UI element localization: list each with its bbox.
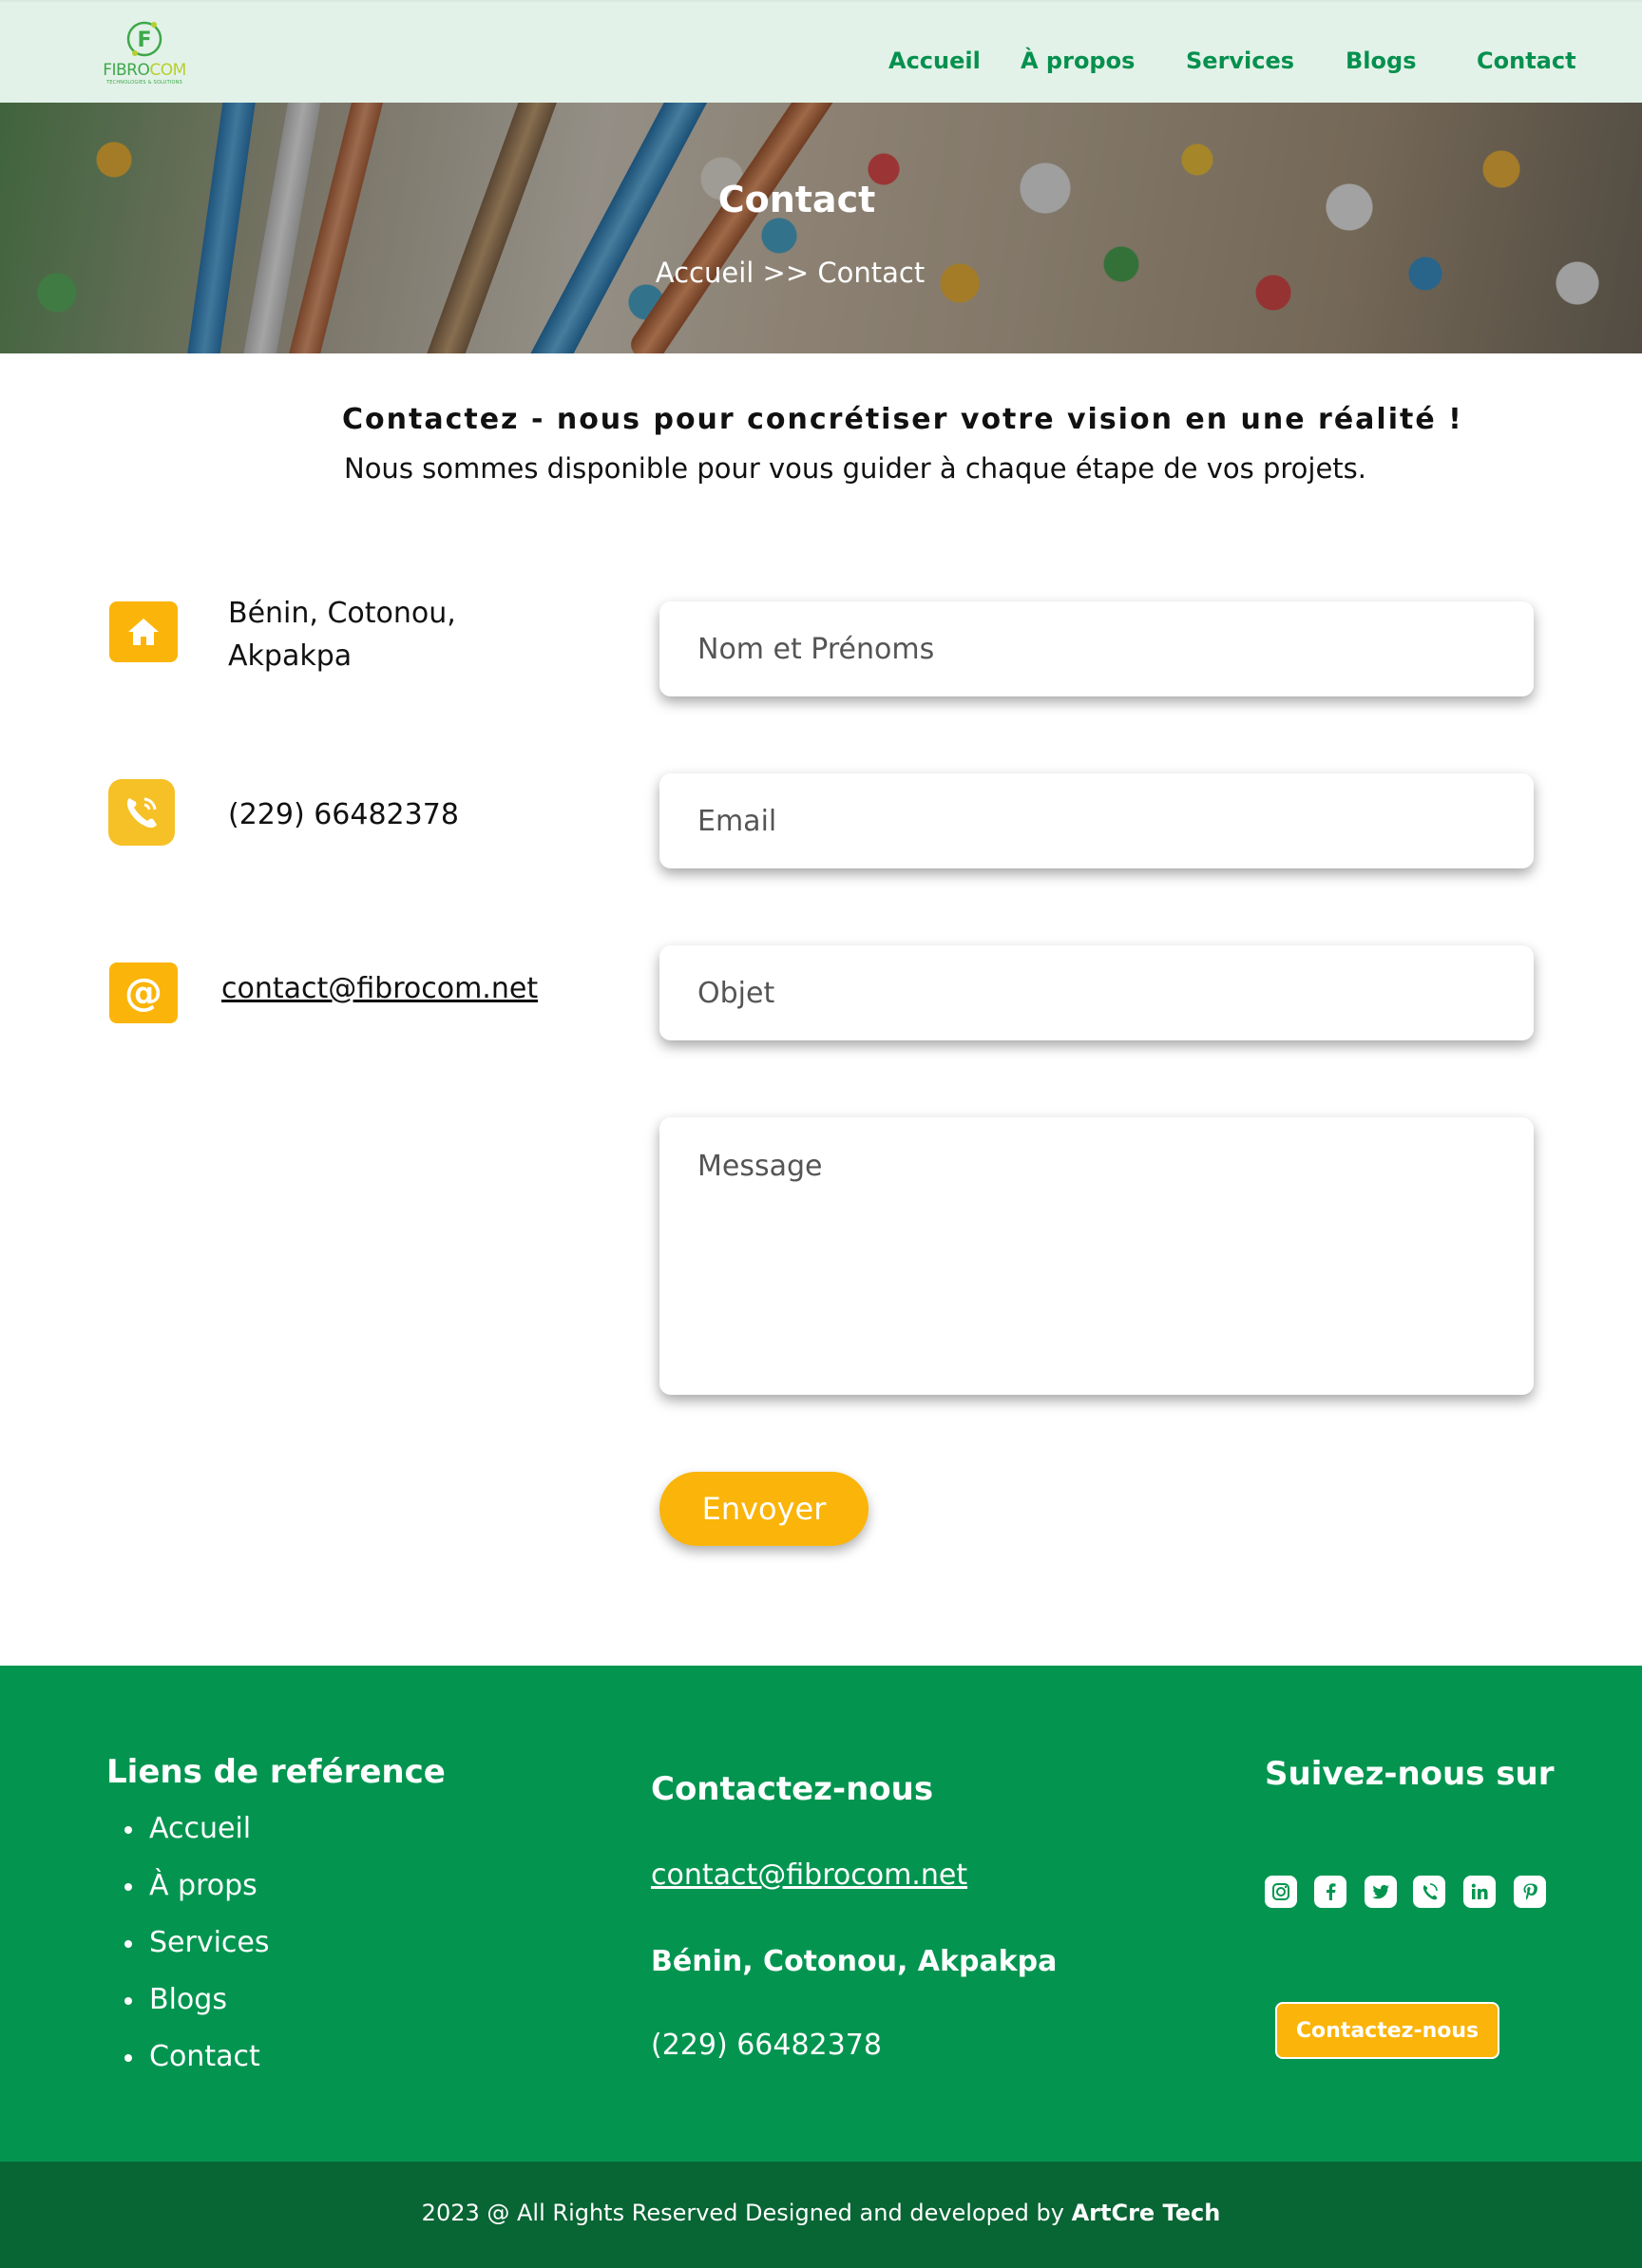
intro-subtitle: Nous sommes disponible pour vous guider …	[344, 452, 1366, 485]
hero-title: Contact	[717, 179, 876, 220]
address-icon-box	[109, 601, 178, 662]
address-line-2: Akpakpa	[228, 639, 353, 673]
name-input[interactable]	[659, 601, 1534, 696]
phone-icon-box	[108, 779, 175, 846]
linkedin-icon[interactable]	[1463, 1876, 1496, 1908]
footer-link-a-propos[interactable]: À props	[121, 1869, 270, 1926]
footer-link-blogs[interactable]: Blogs	[121, 1983, 270, 2040]
footer-email-link[interactable]: contact@fibrocom.net	[651, 1858, 967, 1892]
site-header: F FIBROCOM TECHNOLOGIES & SOLUTIONS Accu…	[0, 0, 1642, 103]
nav-services[interactable]: Services	[1186, 48, 1294, 74]
footer-link-accueil[interactable]: Accueil	[121, 1812, 270, 1869]
copyright-bar: 2023 @ All Rights Reserved Designed and …	[0, 2162, 1642, 2268]
hero-overlay	[0, 103, 1642, 353]
home-icon	[128, 619, 159, 645]
twitter-icon[interactable]	[1365, 1876, 1397, 1908]
email-icon-box: @	[109, 962, 178, 1023]
address-text: Bénin, Cotonou, Akpakpa	[228, 592, 456, 677]
nav-accueil[interactable]: Accueil	[888, 48, 981, 74]
logo-wordmark: FIBROCOM	[103, 61, 186, 80]
site-footer: Liens de reférence Accueil À props Servi…	[0, 1666, 1642, 2162]
logo-tagline: TECHNOLOGIES & SOLUTIONS	[106, 80, 182, 86]
logo-mark-icon: F	[126, 21, 162, 57]
instagram-icon[interactable]	[1265, 1876, 1297, 1908]
footer-phone: (229) 66482378	[651, 2029, 882, 2062]
nav-blogs[interactable]: Blogs	[1346, 48, 1416, 74]
intro-title: Contactez - nous pour concrétiser votre …	[342, 403, 1463, 436]
pinterest-icon[interactable]	[1514, 1876, 1546, 1908]
footer-links-list: Accueil À props Services Blogs Contact	[121, 1812, 270, 2097]
footer-link-services[interactable]: Services	[121, 1926, 270, 1983]
footer-links-title: Liens de reférence	[106, 1753, 446, 1791]
footer-contact-button[interactable]: Contactez-nous	[1275, 2002, 1499, 2059]
at-icon: @	[124, 971, 162, 1015]
phone-text: (229) 66482378	[228, 798, 459, 831]
logo-letter: F	[137, 29, 151, 52]
footer-contact-title: Contactez-nous	[651, 1770, 934, 1808]
footer-address: Bénin, Cotonou, Akpakpa	[651, 1945, 1058, 1978]
hero-banner: Contact Accueil >> Contact	[0, 103, 1642, 353]
nav-contact[interactable]: Contact	[1477, 48, 1576, 74]
fibrocom-logo[interactable]: F FIBROCOM TECHNOLOGIES & SOLUTIONS	[99, 17, 190, 89]
email-input[interactable]	[659, 773, 1534, 868]
footer-social-title: Suivez-nous sur	[1265, 1755, 1555, 1793]
subject-input[interactable]	[659, 945, 1534, 1040]
nav-a-propos[interactable]: À propos	[1021, 48, 1135, 74]
footer-link-contact[interactable]: Contact	[121, 2040, 270, 2097]
breadcrumb: Accueil >> Contact	[655, 257, 926, 289]
address-line-1: Bénin, Cotonou,	[228, 597, 456, 630]
send-button[interactable]: Envoyer	[659, 1472, 869, 1546]
phone-icon	[126, 797, 157, 829]
email-link[interactable]: contact@fibrocom.net	[221, 967, 538, 1010]
message-textarea[interactable]	[659, 1117, 1534, 1395]
viber-icon[interactable]	[1413, 1876, 1445, 1908]
copyright-company: ArtCre Tech	[1071, 2200, 1221, 2226]
copyright-text: 2023 @ All Rights Reserved Designed and …	[421, 2200, 1221, 2226]
facebook-icon[interactable]	[1314, 1876, 1346, 1908]
